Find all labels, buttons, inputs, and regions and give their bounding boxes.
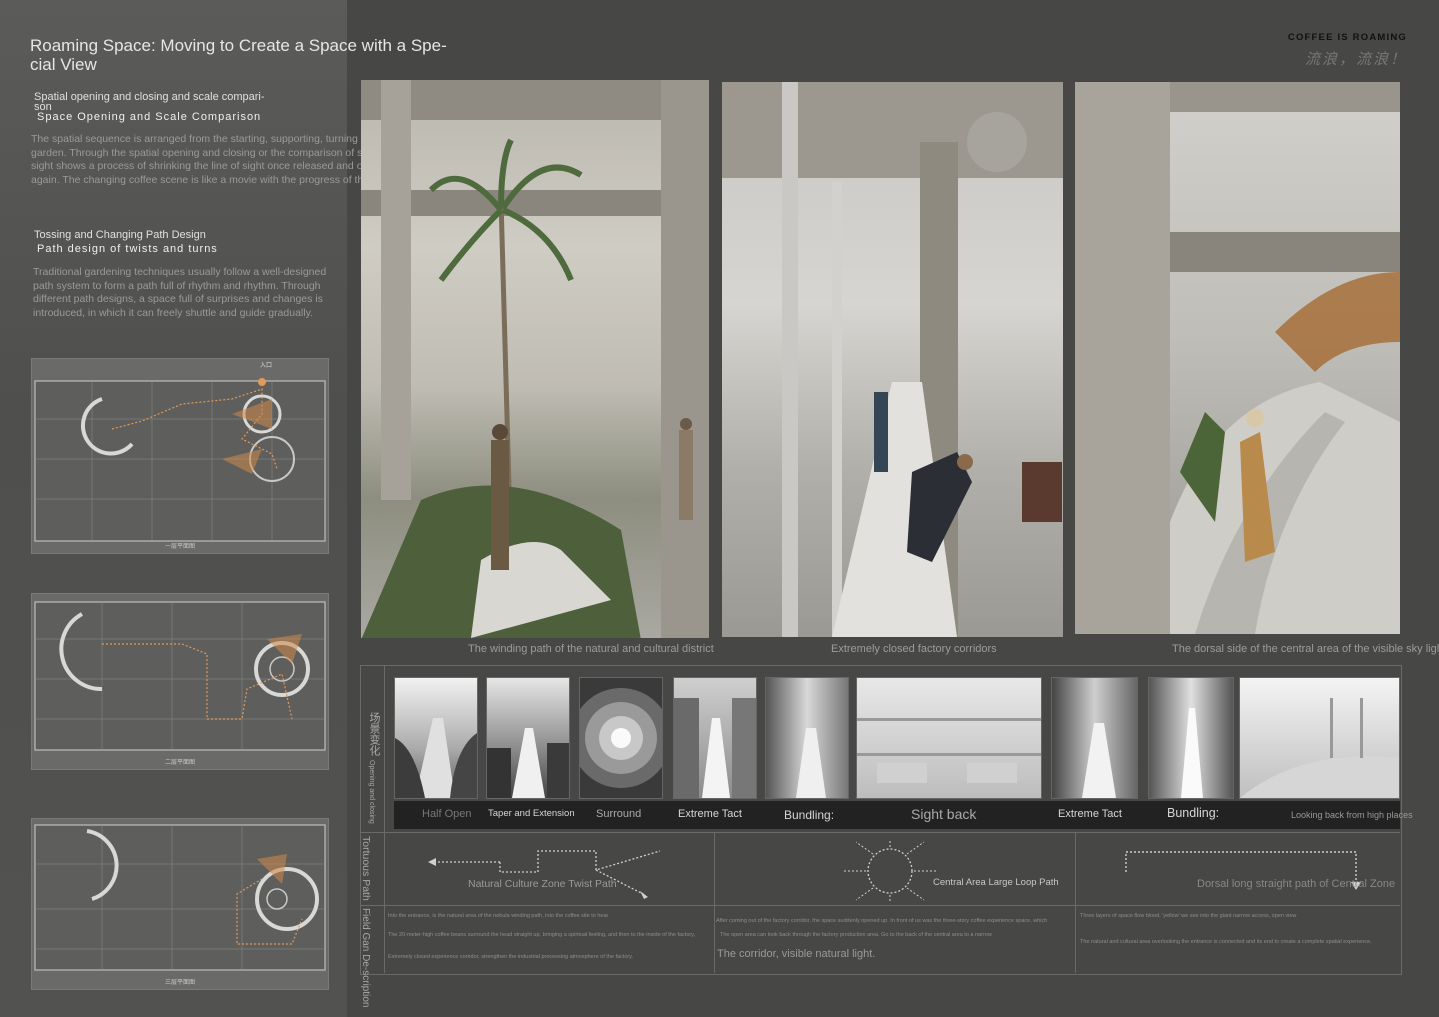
desc-col3-line1: Three layers of space flow blood, 'yello… (1080, 913, 1297, 919)
section2-subtitle: Path design of twists and turns (37, 243, 218, 255)
thumb-1 (394, 677, 478, 799)
paths-row-label: Tortuous Path (360, 836, 372, 901)
desc-col1-line2: The 20-meter-high coffee beans surround … (388, 932, 696, 938)
plan-label-3: 三层平面图 (164, 980, 195, 986)
thumb-8 (1148, 677, 1234, 799)
tag-bundling-2: Bundling: (1167, 806, 1220, 820)
render-central-skylight (1075, 82, 1400, 634)
render-factory-corridor (722, 82, 1063, 637)
frame-divider-c2 (1075, 832, 1076, 973)
thumb-7 (1051, 677, 1138, 799)
brand-slogan: 流浪，流浪！ (1304, 50, 1407, 68)
path-diagram-twist (428, 850, 661, 899)
desc-col2-line2: The open area can look back through the … (720, 932, 992, 938)
thumb-2 (486, 677, 570, 799)
render-caption-2: Extremely closed factory corridors (831, 643, 997, 655)
path-diagram-loop (844, 839, 936, 903)
plan-label-2: 二层平面图 (164, 760, 195, 766)
tag-bundling-1: Bundling: (784, 808, 835, 822)
desc-col3-line2: The natural and cultural area overlookin… (1080, 939, 1372, 945)
floor-plan-2: 二层平面图 (31, 593, 329, 770)
section2-body: Traditional gardening techniques usually… (33, 266, 327, 319)
page-title: Roaming Space: Moving to Create a Space … (30, 36, 447, 74)
tag-extreme-tact-2: Extreme Tact (1058, 808, 1122, 820)
thumb-5 (765, 677, 849, 799)
sequence-tag-bar: Half Open Taper and Extension Surround E… (394, 801, 1413, 829)
desc-col2-line1: After coming out of the factory corridor… (716, 918, 1048, 924)
frame-divider-v (384, 665, 385, 973)
section1-subtitle: Space Opening and Scale Comparison (37, 111, 262, 123)
frame-divider-h1 (360, 832, 1400, 833)
frame-divider-c1 (714, 832, 715, 973)
thumb-3 (579, 677, 663, 799)
tag-surround: Surround (596, 808, 642, 820)
entrance-label: 入口 (260, 362, 272, 369)
section1-subtitle-small: Spatial opening and closing and scale co… (34, 91, 265, 113)
thumb-4 (673, 677, 757, 799)
render-caption-3: The dorsal side of the central area of t… (1172, 643, 1439, 655)
floor-plan-1: 入口 一层平面图 (31, 358, 329, 554)
tag-half-open: Half Open (422, 808, 472, 820)
thumb-6 (856, 677, 1042, 799)
render-caption-1: The winding path of the natural and cult… (468, 643, 714, 655)
sequence-row-label-cn: 场景变化 (368, 712, 380, 756)
section2-subtitle-small: Tossing and Changing Path Design (34, 229, 206, 241)
tag-looking-back: Looking back from high places (1291, 810, 1413, 820)
tag-extreme-tact-1: Extreme Tact (678, 808, 742, 820)
tag-sight-back: Sight back (911, 806, 977, 822)
render-natural-district (361, 80, 709, 638)
desc-col2-line3: The corridor, visible natural light. (717, 948, 876, 960)
thumb-9 (1239, 677, 1400, 799)
sequence-row-label-en: Opening and closing (368, 760, 375, 824)
plan-label-1: 一层平面图 (164, 544, 195, 550)
descriptions-row-label: Field Gan De-scription (360, 908, 371, 1008)
frame-divider-h2 (360, 905, 1400, 906)
path-label-loop: Central Area Large Loop Path (933, 877, 1059, 888)
brand-logo: COFFEE IS ROAMING (1287, 32, 1407, 43)
path-label-twist: Natural Culture Zone Twist Path (468, 878, 617, 890)
desc-col1-line3: Extremely closed experience corridor, st… (388, 954, 634, 960)
tag-taper-extension: Taper and Extension (488, 808, 575, 819)
desc-col1-line1: Into the entrance, is the natural area o… (388, 913, 609, 919)
floor-plan-3: 三层平面图 (31, 818, 329, 990)
path-label-straight: Dorsal long straight path of Central Zon… (1197, 878, 1396, 890)
